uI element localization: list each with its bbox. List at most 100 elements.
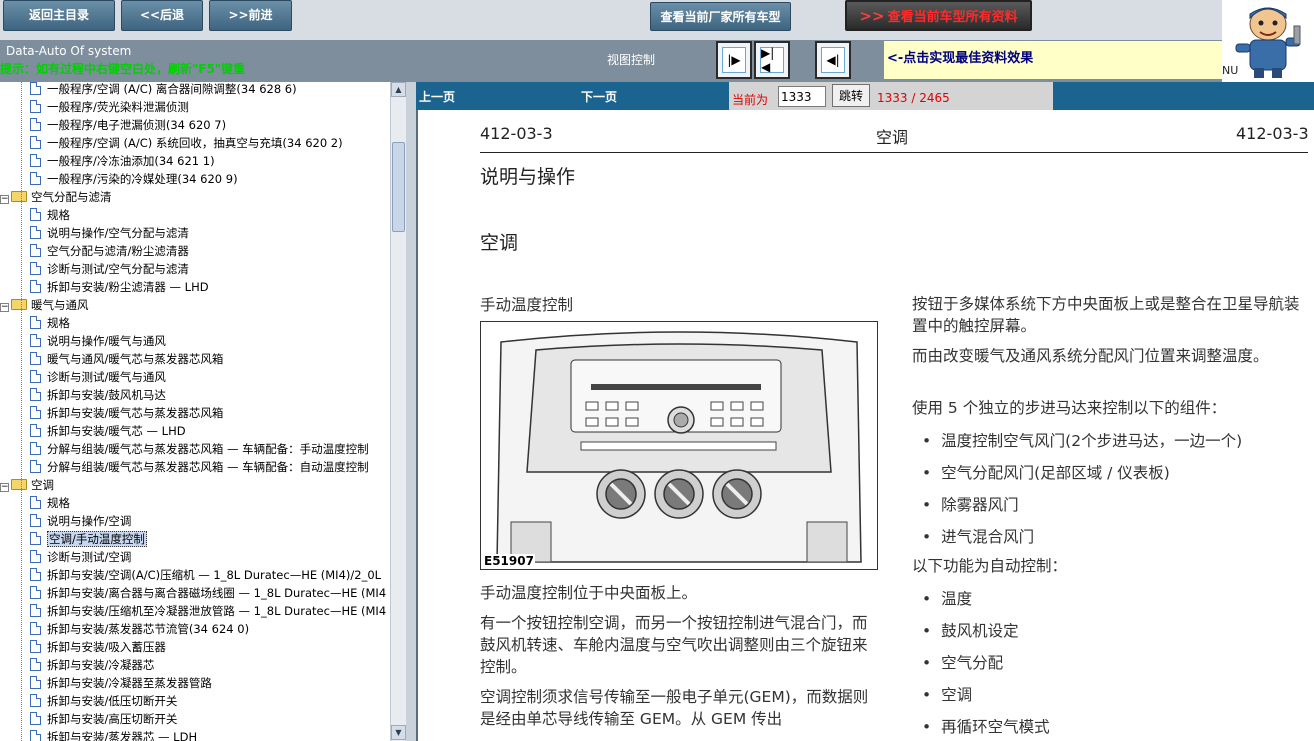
maker-models-button[interactable]: 查看当前厂家所有车型 <box>650 2 791 31</box>
tree-item[interactable]: 规格 <box>30 494 70 512</box>
tree-item[interactable]: 空调/手动温度控制 <box>30 530 147 548</box>
document-icon <box>30 82 41 95</box>
tree-item-label: 诊断与测试/空调 <box>47 550 132 564</box>
document-icon <box>30 604 41 617</box>
current-page-label: 当前为 <box>732 93 769 107</box>
tree-item[interactable]: 拆卸与安装/压缩机至冷凝器泄放管路 — 1_8L Duratec—HE (MI4 <box>30 602 386 620</box>
tree-item[interactable]: 暖气与通风/暖气芯与蒸发器芯风箱 <box>30 350 223 368</box>
tree-item-label: 一般程序/空调 (A/C) 离合器间隙调整(34 628 6) <box>47 82 297 96</box>
tree-item[interactable]: 说明与操作/暖气与通风 <box>30 332 166 350</box>
tree-item-label: 分解与组装/暖气芯与蒸发器芯风箱 — 车辆配备：手动温度控制 <box>47 442 369 456</box>
tree-item-label: 拆卸与安装/鼓风机马达 <box>47 388 166 402</box>
bullet-item: 温度 <box>922 587 972 609</box>
tree-item[interactable]: 一般程序/电子泄漏侦测(34 620 7) <box>30 116 226 134</box>
tree-item-label: 拆卸与安装/吸入蓄压器 <box>47 640 166 654</box>
view-left-button[interactable]: ◀| <box>815 41 851 79</box>
tree-item[interactable]: 说明与操作/空气分配与滤清 <box>30 224 189 242</box>
collapse-icon[interactable]: − <box>0 483 9 492</box>
tree-item[interactable]: 诊断与测试/空调 <box>30 548 131 566</box>
tree-item[interactable]: 拆卸与安装/离合器与离合器磁场线圈 — 1_8L Duratec—HE (MI4 <box>30 584 386 602</box>
tree-item[interactable]: 拆卸与安装/蒸发器芯节流管(34 624 0) <box>30 620 249 638</box>
document-icon <box>30 424 41 437</box>
tree-item-label: 规格 <box>47 496 70 510</box>
tree-item[interactable]: 拆卸与安装/高压切断开关 <box>30 710 177 728</box>
page-number-input[interactable] <box>778 86 826 107</box>
tree-item-label: 拆卸与安装/粉尘滤清器 — LHD <box>47 280 209 294</box>
tree-item[interactable]: 拆卸与安装/吸入蓄压器 <box>30 638 166 656</box>
tree-item[interactable]: 空气分配与滤清/粉尘滤清器 <box>30 242 189 260</box>
bullet-item: 鼓风机设定 <box>922 619 1019 641</box>
prev-page-link[interactable]: 上一页 <box>419 88 455 105</box>
collapse-icon[interactable]: − <box>0 303 9 312</box>
tree-item[interactable]: 诊断与测试/暖气与通风 <box>30 368 166 386</box>
panel-splitter[interactable] <box>406 82 416 741</box>
tree-item[interactable]: 诊断与测试/空气分配与滤清 <box>30 260 189 278</box>
scroll-thumb[interactable] <box>392 142 405 232</box>
tree-item-label: 拆卸与安装/蒸发器芯 — LDH <box>47 730 198 741</box>
tree-item[interactable]: 一般程序/荧光染料泄漏侦测 <box>30 98 189 116</box>
tree-folder[interactable]: − 空气分配与滤清 <box>0 188 112 206</box>
tree-item[interactable]: 拆卸与安装/冷凝器至蒸发器管路 <box>30 674 212 692</box>
tree-item[interactable]: 说明与操作/空调 <box>30 512 131 530</box>
tree-item-label: 拆卸与安装/高压切断开关 <box>47 712 178 726</box>
home-button[interactable]: 返回主目录 <box>3 0 115 31</box>
next-page-link[interactable]: 下一页 <box>581 88 617 105</box>
document-icon <box>30 172 41 185</box>
tree-item[interactable]: 拆卸与安装/暖气芯与蒸发器芯风箱 <box>30 404 223 422</box>
tree-item[interactable]: 一般程序/空调 (A/C) 系统回收，抽真空与充填(34 620 2) <box>30 134 343 152</box>
forward-button[interactable]: >>前进 <box>209 0 292 31</box>
document-icon <box>30 244 41 257</box>
model-docs-button[interactable]: >> 查看当前车型所有资料 <box>845 0 1032 31</box>
bullet-item: 空调 <box>922 683 972 705</box>
document-icon <box>30 118 41 131</box>
document-icon <box>30 226 41 239</box>
tree-item[interactable]: 一般程序/污染的冷媒处理(34 620 9) <box>30 170 238 188</box>
tree-folder[interactable]: − 空调 <box>0 476 54 494</box>
tree-item[interactable]: 分解与组装/暖气芯与蒸发器芯风箱 — 车辆配备：自动温度控制 <box>30 458 369 476</box>
document-icon <box>30 352 41 365</box>
tree-item[interactable]: 规格 <box>30 314 70 332</box>
model-docs-label: 查看当前车型所有资料 <box>887 10 1018 25</box>
document-page: 412-03-3 空调 412-03-3 说明与操作 空调 手动温度控制 E51… <box>416 110 1314 741</box>
tree-item[interactable]: 分解与组装/暖气芯与蒸发器芯风箱 — 车辆配备：手动温度控制 <box>30 440 369 458</box>
tree-item[interactable]: 拆卸与安装/鼓风机马达 <box>30 386 166 404</box>
bullet-item: 温度控制空气风门(2个步进马达，一边一个) <box>922 429 1242 451</box>
document-icon <box>30 640 41 653</box>
tree-item[interactable]: 一般程序/冷冻油添加(34 621 1) <box>30 152 215 170</box>
tree-item[interactable]: 拆卸与安装/空调(A/C)压缩机 — 1_8L Duratec—HE (MI4)… <box>30 566 381 584</box>
tree-item-label: 拆卸与安装/离合器与离合器磁场线圈 — 1_8L Duratec—HE (MI4 <box>47 586 387 600</box>
arrow-right-bar-icon: |▶ <box>722 47 746 73</box>
tree-item-label: 一般程序/空调 (A/C) 系统回收，抽真空与充填(34 620 2) <box>47 136 343 150</box>
view-right-button[interactable]: |▶ <box>716 41 752 79</box>
tree-item[interactable]: 规格 <box>30 206 70 224</box>
document-icon <box>30 316 41 329</box>
tree-item[interactable]: 拆卸与安装/粉尘滤清器 — LHD <box>30 278 209 296</box>
tree-item[interactable]: 拆卸与安装/暖气芯 — LHD <box>30 422 186 440</box>
tree-folder[interactable]: − 暖气与通风 <box>0 296 89 314</box>
view-split-button[interactable]: ▶|◀ <box>754 41 790 79</box>
bullet-item: 除雾器风门 <box>922 493 1019 515</box>
scroll-up-icon[interactable]: ▲ <box>391 82 406 97</box>
jump-button[interactable]: 跳转 <box>832 84 870 107</box>
best-view-hint: <-点击实现最佳资料效果 <box>884 41 1222 79</box>
tree-item-label: 空气分配与滤清 <box>31 190 112 204</box>
content-left-border <box>416 110 418 741</box>
back-button[interactable]: <<后退 <box>121 0 203 31</box>
tree-item-label: 空调/手动温度控制 <box>47 531 147 547</box>
tree-item-label: 拆卸与安装/空调(A/C)压缩机 — 1_8L Duratec—HE (MI4)… <box>47 568 382 582</box>
tree-item-label: 拆卸与安装/暖气芯与蒸发器芯风箱 <box>47 406 224 420</box>
bullet-item: 再循环空气模式 <box>922 715 1050 737</box>
tree-scrollbar[interactable]: ▲ ▼ <box>390 82 406 741</box>
document-icon <box>30 568 41 581</box>
page-count: 1333 / 2465 <box>877 91 950 105</box>
tree-item[interactable]: 一般程序/空调 (A/C) 离合器间隙调整(34 628 6) <box>30 82 297 98</box>
tree-item[interactable]: 拆卸与安装/冷凝器芯 <box>30 656 154 674</box>
system-title: Data-Auto Of system <box>6 44 132 58</box>
document-icon <box>30 550 41 563</box>
tree-item[interactable]: 拆卸与安装/低压切断开关 <box>30 692 177 710</box>
scroll-down-icon[interactable]: ▼ <box>391 725 406 740</box>
collapse-icon[interactable]: − <box>0 195 9 204</box>
tree-item[interactable]: 拆卸与安装/蒸发器芯 — LDH <box>30 728 197 741</box>
document-icon <box>30 676 41 689</box>
document-icon <box>30 154 41 167</box>
